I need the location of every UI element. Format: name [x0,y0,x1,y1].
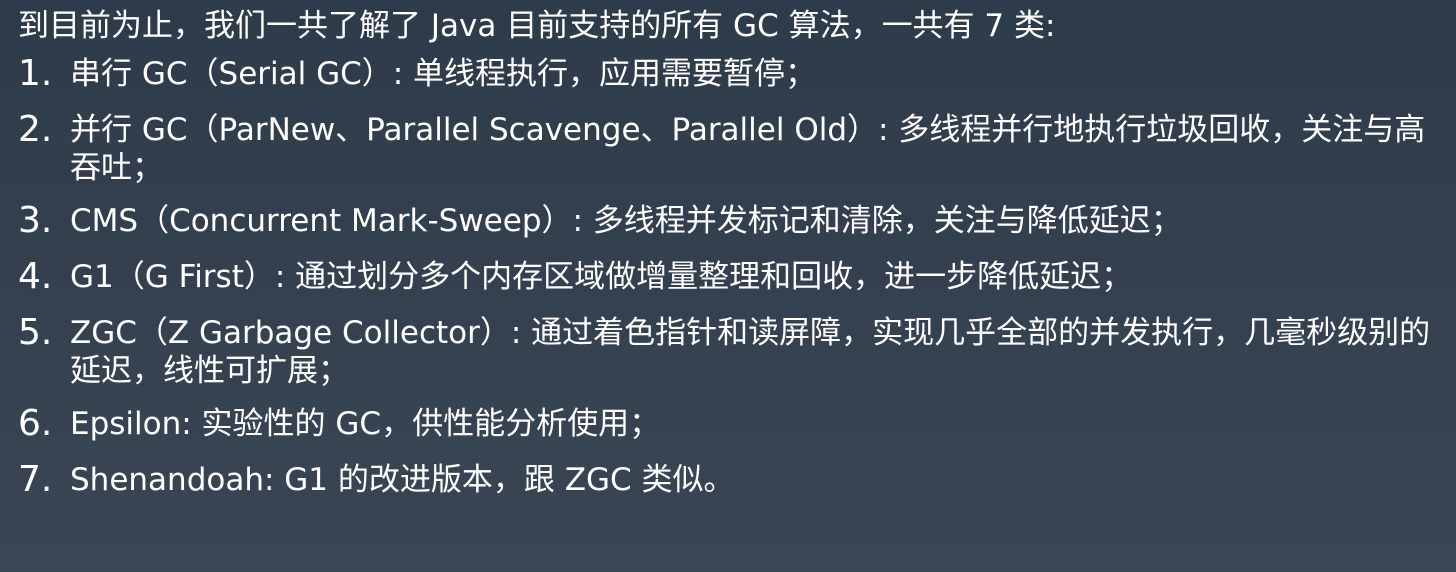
list-item-number: 3. [18,200,53,241]
slide: 到目前为止，我们一共了解了 Java 目前支持的所有 GC 算法，一共有 7 类… [0,0,1456,572]
list-item: 1. 串行 GC（Serial GC）: 单线程执行，应用需要暂停； [18,52,1436,96]
list-item: 2. 并行 GC（ParNew、Parallel Scavenge、Parall… [18,108,1436,187]
list-item: 7. Shenandoah: G1 的改进版本，跟 ZGC 类似。 [18,458,1436,502]
gc-algorithm-list: 1. 串行 GC（Serial GC）: 单线程执行，应用需要暂停； 2. 并行… [18,52,1436,502]
list-item-number: 1. [18,53,53,94]
list-item-number: 2. [18,109,53,150]
list-item-text: 并行 GC（ParNew、Parallel Scavenge、Parallel … [70,112,1426,186]
list-item-number: 5. [18,312,53,353]
list-item-text: CMS（Concurrent Mark-Sweep）: 多线程并发标记和清除，关… [70,203,1182,239]
list-item-text: ZGC（Z Garbage Collector）: 通过着色指针和读屏障，实现几… [70,315,1431,389]
list-item-text: Shenandoah: G1 的改进版本，跟 ZGC 类似。 [70,462,735,498]
list-item: 5. ZGC（Z Garbage Collector）: 通过着色指针和读屏障，… [18,311,1436,390]
list-item-text: Epsilon: 实验性的 GC，供性能分析使用； [70,406,661,442]
list-item: 6. Epsilon: 实验性的 GC，供性能分析使用； [18,402,1436,446]
list-item-number: 4. [18,256,53,297]
list-item-number: 6. [18,403,53,444]
list-item: 4. G1（G First）: 通过划分多个内存区域做增量整理和回收，进一步降低… [18,255,1436,299]
list-item-text: G1（G First）: 通过划分多个内存区域做增量整理和回收，进一步降低延迟； [70,259,1133,295]
list-item-number: 7. [18,459,53,500]
intro-text: 到目前为止，我们一共了解了 Java 目前支持的所有 GC 算法，一共有 7 类… [18,8,1056,44]
list-item-text: 串行 GC（Serial GC）: 单线程执行，应用需要暂停； [70,56,817,92]
list-item: 3. CMS（Concurrent Mark-Sweep）: 多线程并发标记和清… [18,199,1436,243]
